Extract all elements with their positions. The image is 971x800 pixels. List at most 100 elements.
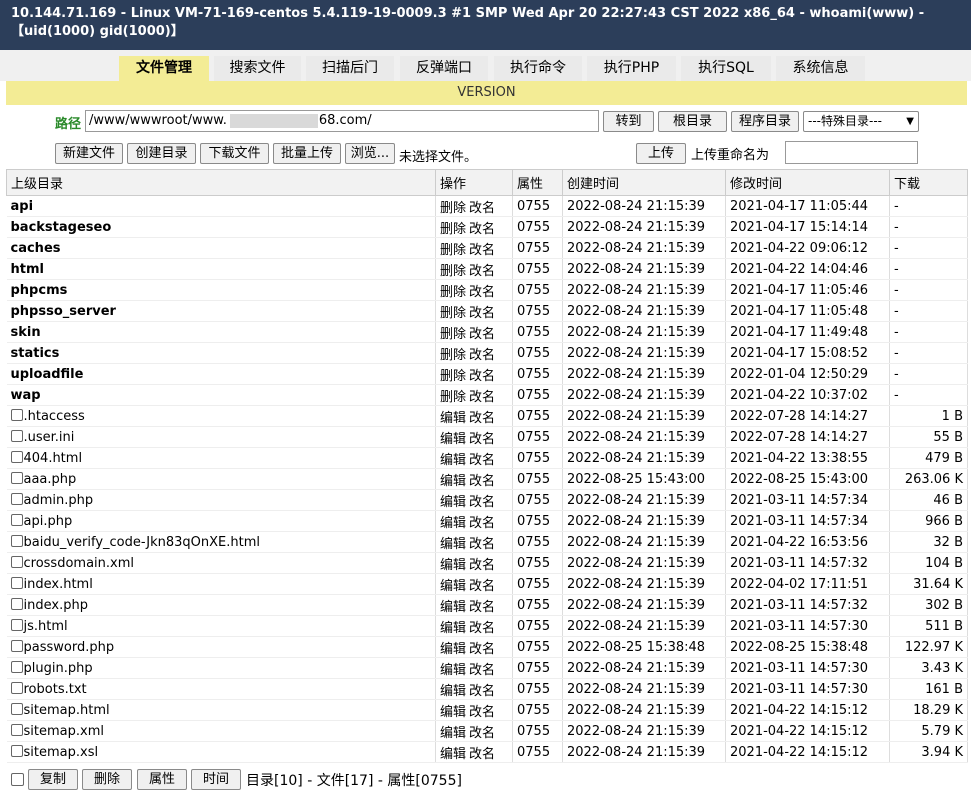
permission-link[interactable]: 0755	[512, 678, 563, 700]
tab-exec-command[interactable]: 执行命令	[494, 56, 582, 81]
download-link[interactable]: 479 B	[889, 447, 968, 469]
browse-button[interactable]: 浏览...	[345, 143, 395, 164]
download-link[interactable]: 46 B	[889, 489, 968, 511]
file-name-link[interactable]: js.html	[24, 619, 68, 634]
edit-link[interactable]: 编辑	[440, 537, 466, 552]
new-file-button[interactable]: 新建文件	[55, 143, 123, 164]
tab-system-info[interactable]: 系统信息	[776, 56, 865, 81]
file-name-link[interactable]: password.php	[24, 640, 115, 655]
create-dir-button[interactable]: 创建目录	[127, 143, 196, 164]
modified-time-link[interactable]: 2021-03-11 14:57:34	[725, 489, 890, 511]
file-name-link[interactable]: crossdomain.xml	[24, 556, 135, 571]
modified-time-link[interactable]: 2021-03-11 14:57:32	[725, 552, 890, 574]
directory-name-link[interactable]: api	[6, 195, 436, 217]
edit-link[interactable]: 编辑	[440, 642, 466, 657]
edit-link[interactable]: 编辑	[440, 516, 466, 531]
delete-link[interactable]: 删除	[440, 285, 466, 300]
rename-link[interactable]: 改名	[469, 243, 495, 258]
file-name-link[interactable]: sitemap.html	[24, 703, 110, 718]
file-name-link[interactable]: aaa.php	[24, 472, 77, 487]
file-select-checkbox[interactable]	[10, 702, 23, 715]
modified-time-link[interactable]: 2021-04-17 11:05:46	[725, 279, 890, 301]
modified-time-link[interactable]: 2022-07-28 14:14:27	[725, 405, 890, 427]
file-name-link[interactable]: robots.txt	[24, 682, 87, 697]
delete-link[interactable]: 删除	[440, 390, 466, 405]
modified-time-link[interactable]: 2022-08-25 15:38:48	[725, 636, 890, 658]
edit-link[interactable]: 编辑	[440, 684, 466, 699]
rename-link[interactable]: 改名	[469, 684, 495, 699]
time-button[interactable]: 时间	[191, 769, 241, 790]
file-select-checkbox[interactable]	[10, 555, 23, 568]
modified-time-link[interactable]: 2021-03-11 14:57:34	[725, 510, 890, 532]
modified-time-link[interactable]: 2022-08-25 15:43:00	[725, 468, 890, 490]
delete-link[interactable]: 删除	[440, 348, 466, 363]
delete-link[interactable]: 删除	[440, 243, 466, 258]
directory-name-link[interactable]: phpcms	[6, 279, 436, 301]
delete-link[interactable]: 删除	[440, 369, 466, 384]
rename-link[interactable]: 改名	[469, 432, 495, 447]
directory-name-link[interactable]: wap	[6, 384, 436, 406]
tab-scan-backdoor[interactable]: 扫描后门	[306, 56, 394, 81]
tab-search-files[interactable]: 搜索文件	[214, 56, 301, 81]
directory-name-link[interactable]: phpsso_server	[6, 300, 436, 322]
tab-exec-php[interactable]: 执行PHP	[587, 56, 676, 81]
edit-link[interactable]: 编辑	[440, 474, 466, 489]
download-link[interactable]: 511 B	[889, 615, 968, 637]
download-link[interactable]: 302 B	[889, 594, 968, 616]
delete-button[interactable]: 删除	[82, 769, 132, 790]
permission-link[interactable]: 0755	[512, 657, 563, 679]
permission-link[interactable]: 0755	[512, 447, 563, 469]
file-select-checkbox[interactable]	[10, 429, 23, 442]
directory-name-link[interactable]: statics	[6, 342, 436, 364]
goto-button[interactable]: 转到	[603, 111, 654, 132]
rename-link[interactable]: 改名	[469, 285, 495, 300]
parent-dir-link[interactable]: 上级目录	[6, 169, 436, 196]
edit-link[interactable]: 编辑	[440, 432, 466, 447]
rename-link[interactable]: 改名	[469, 621, 495, 636]
download-link[interactable]: 18.29 K	[889, 699, 968, 721]
delete-link[interactable]: 删除	[440, 327, 466, 342]
select-all-checkbox[interactable]	[11, 773, 24, 786]
program-dir-button[interactable]: 程序目录	[731, 111, 799, 132]
file-select-checkbox[interactable]	[10, 681, 23, 694]
rename-link[interactable]: 改名	[469, 726, 495, 741]
rename-link[interactable]: 改名	[469, 453, 495, 468]
permission-link[interactable]: 0755	[512, 552, 563, 574]
permission-link[interactable]: 0755	[512, 489, 563, 511]
tab-file-manager[interactable]: 文件管理	[119, 56, 209, 81]
delete-link[interactable]: 删除	[440, 264, 466, 279]
rename-link[interactable]: 改名	[469, 390, 495, 405]
download-link[interactable]: 966 B	[889, 510, 968, 532]
file-name-link[interactable]: .htaccess	[24, 409, 85, 424]
permission-link[interactable]: 0755	[512, 300, 563, 322]
upload-button[interactable]: 上传	[636, 143, 686, 164]
download-link[interactable]: 104 B	[889, 552, 968, 574]
rename-link[interactable]: 改名	[469, 327, 495, 342]
permission-link[interactable]: 0755	[512, 426, 563, 448]
rename-link[interactable]: 改名	[469, 747, 495, 762]
modified-time-link[interactable]: 2021-04-22 13:38:55	[725, 447, 890, 469]
file-select-checkbox[interactable]	[10, 408, 23, 421]
root-dir-button[interactable]: 根目录	[658, 111, 727, 132]
permission-link[interactable]: 0755	[512, 405, 563, 427]
file-select-checkbox[interactable]	[10, 660, 23, 673]
edit-link[interactable]: 编辑	[440, 621, 466, 636]
file-select-checkbox[interactable]	[10, 492, 23, 505]
permission-link[interactable]: 0755	[512, 384, 563, 406]
permission-link[interactable]: 0755	[512, 237, 563, 259]
permission-link[interactable]: 0755	[512, 615, 563, 637]
copy-button[interactable]: 复制	[28, 769, 78, 790]
permission-link[interactable]: 0755	[512, 594, 563, 616]
modified-time-link[interactable]: 2021-04-22 14:15:12	[725, 720, 890, 742]
permission-link[interactable]: 0755	[512, 468, 563, 490]
permission-link[interactable]: 0755	[512, 531, 563, 553]
file-name-link[interactable]: index.php	[24, 598, 88, 613]
rename-link[interactable]: 改名	[469, 579, 495, 594]
file-name-link[interactable]: admin.php	[24, 493, 94, 508]
file-name-link[interactable]: .user.ini	[24, 430, 75, 445]
directory-name-link[interactable]: caches	[6, 237, 436, 259]
permission-link[interactable]: 0755	[512, 216, 563, 238]
permission-link[interactable]: 0755	[512, 258, 563, 280]
permission-link[interactable]: 0755	[512, 363, 563, 385]
rename-link[interactable]: 改名	[469, 306, 495, 321]
